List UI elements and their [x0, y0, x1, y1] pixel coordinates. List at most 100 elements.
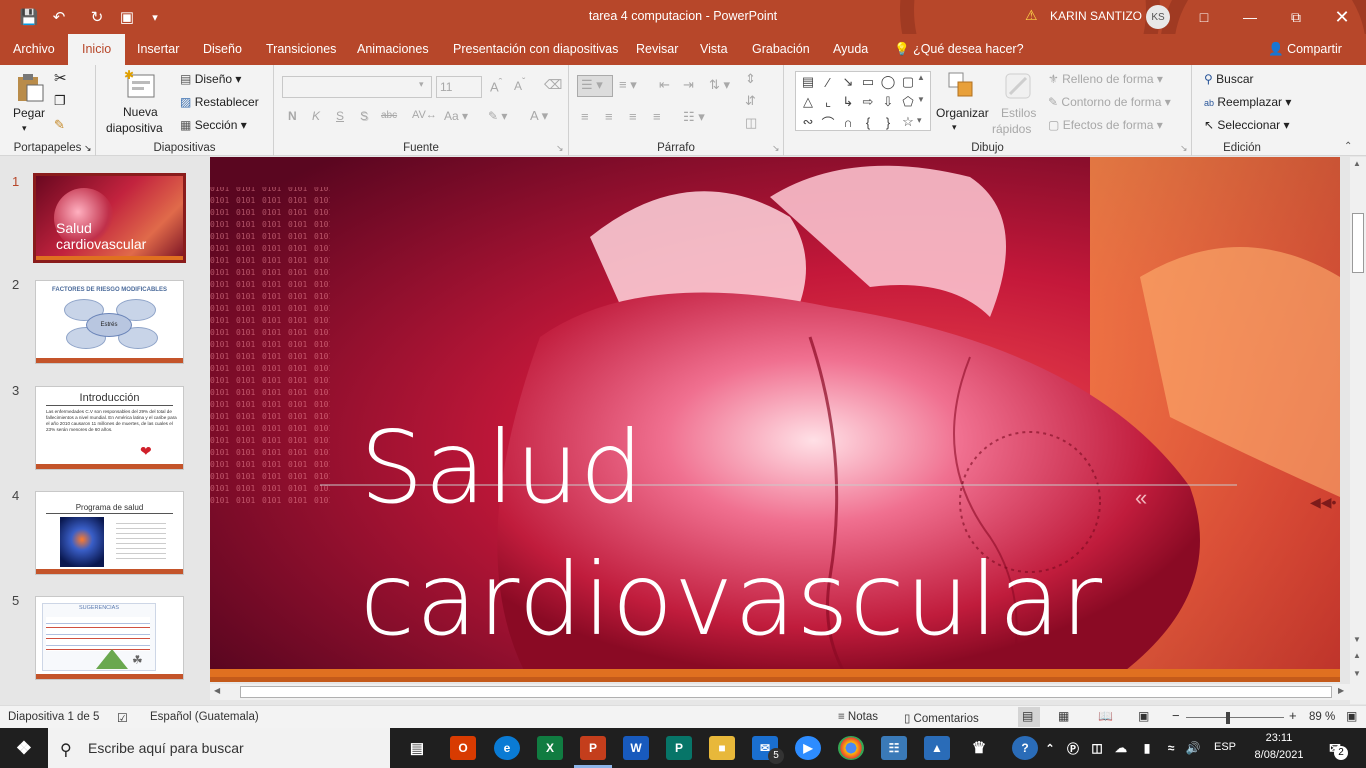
- scroll-right-icon[interactable]: ▶: [1338, 686, 1344, 695]
- tab-archivo[interactable]: Archivo: [11, 34, 57, 65]
- paste-dropdown-icon[interactable]: ▾: [22, 123, 27, 134]
- language-status[interactable]: Español (Guatemala): [150, 711, 259, 723]
- quick-styles-line1[interactable]: Estilos: [1001, 106, 1036, 120]
- fit-slide-icon[interactable]: ▣: [1346, 709, 1357, 723]
- zoom-in-icon[interactable]: +: [1289, 708, 1297, 723]
- collapse-ribbon-icon[interactable]: ⌃: [1344, 141, 1352, 152]
- down-arrow-shape-icon[interactable]: ⇩: [878, 92, 898, 112]
- shape-fill-button[interactable]: ⚜ Relleno de forma ▾: [1048, 72, 1163, 86]
- underline-button[interactable]: S: [336, 109, 344, 123]
- new-slide-icon[interactable]: ✱: [124, 68, 156, 101]
- decrease-indent-icon[interactable]: ⇤: [659, 77, 670, 93]
- find-button[interactable]: ⚲ Buscar: [1204, 72, 1254, 86]
- slide-title[interactable]: Salud cardiovascular: [360, 402, 1103, 666]
- tab-diseno[interactable]: Diseño: [201, 34, 244, 65]
- columns-icon[interactable]: ☷ ▾: [683, 109, 705, 125]
- align-center-icon[interactable]: ≡: [605, 109, 613, 124]
- paragraph-dialog-icon[interactable]: ↘: [772, 143, 780, 154]
- main-slide[interactable]: 0101 « ◀◀• Saludcardiovascular: [210, 157, 1340, 682]
- shapes-gallery[interactable]: ▤ ∕ ↘ ▭ ◯ ▢ △ ⌞ ↳ ⇨ ⇩ ⬠ ∾ ⌒ ∩ { } ☆: [795, 71, 931, 131]
- tab-revisar[interactable]: Revisar: [634, 34, 680, 65]
- connector-shape-icon[interactable]: ⌞: [818, 92, 838, 112]
- curve-shape-icon[interactable]: ⌒: [818, 112, 838, 132]
- grow-font-icon[interactable]: Aˆ: [490, 77, 502, 94]
- gallery-scroll-up-icon[interactable]: ▲: [917, 73, 925, 82]
- tab-animaciones[interactable]: Animaciones: [355, 34, 431, 65]
- replace-button[interactable]: ab Reemplazar ▾: [1204, 95, 1291, 109]
- change-case-button[interactable]: Aa ▾: [444, 109, 468, 123]
- publisher-icon[interactable]: P: [666, 736, 692, 760]
- freeform-shape-icon[interactable]: ⬠: [898, 92, 918, 112]
- section-button[interactable]: ▦ Sección ▾: [180, 118, 247, 132]
- new-slide-line1[interactable]: Nueva: [123, 105, 158, 119]
- share-button[interactable]: 👤 Compartir: [1268, 34, 1342, 65]
- previous-slide-icon[interactable]: ▲: [1353, 651, 1361, 660]
- undo-icon[interactable]: ↶: [48, 6, 70, 28]
- select-button[interactable]: ↖ Seleccionar ▾: [1204, 118, 1289, 132]
- smartart-icon[interactable]: ◫: [745, 115, 757, 131]
- notes-button[interactable]: ≡ Notas: [838, 711, 878, 723]
- tell-me-search[interactable]: 💡 ¿Qué desea hacer?: [894, 34, 1024, 65]
- redo-icon[interactable]: ↻: [86, 6, 108, 28]
- drawing-dialog-icon[interactable]: ↘: [1180, 143, 1188, 154]
- italic-button[interactable]: K: [312, 109, 320, 123]
- strike-button[interactable]: abc: [381, 110, 397, 121]
- chrome-icon[interactable]: [838, 736, 864, 760]
- file-explorer-icon[interactable]: ■: [709, 736, 735, 760]
- triangle-shape-icon[interactable]: △: [798, 92, 818, 112]
- app-icon[interactable]: ♛: [966, 736, 992, 760]
- zoom-out-icon[interactable]: −: [1172, 708, 1180, 723]
- zoom-app-icon[interactable]: ▶: [795, 736, 821, 760]
- present-icon[interactable]: ▣: [116, 6, 138, 28]
- horizontal-scrollbar[interactable]: ◀ ▶: [210, 684, 1350, 700]
- user-name[interactable]: KARIN SANTIZO: [1050, 9, 1142, 23]
- office-icon[interactable]: O: [450, 736, 476, 760]
- arrange-icon[interactable]: [946, 70, 978, 102]
- slide-thumbnail-3[interactable]: Introducción Las enfermedades C.V son re…: [35, 386, 184, 470]
- reading-view-icon[interactable]: 📖: [1098, 709, 1113, 723]
- restore-icon[interactable]: ⧉: [1273, 4, 1319, 30]
- tab-transiciones[interactable]: Transiciones: [264, 34, 338, 65]
- right-arrow-shape-icon[interactable]: ⇨: [858, 92, 878, 112]
- right-brace-shape-icon[interactable]: }: [878, 112, 898, 132]
- star-shape-icon[interactable]: ☆: [898, 112, 918, 132]
- tab-insertar[interactable]: Insertar: [135, 34, 181, 65]
- format-painter-icon[interactable]: ✎: [54, 117, 65, 133]
- windows-start-icon[interactable]: ❖: [11, 736, 37, 760]
- battery-icon[interactable]: ▮: [1138, 736, 1156, 760]
- scroll-up-icon[interactable]: ▲: [1353, 159, 1361, 168]
- shape-outline-button[interactable]: ✎ Contorno de forma ▾: [1048, 95, 1171, 109]
- slide-thumbnail-5[interactable]: SUGERENCIAS ☘: [35, 596, 184, 680]
- sorter-view-icon[interactable]: ▦: [1058, 709, 1069, 723]
- arrange-dropdown-icon[interactable]: ▾: [952, 122, 957, 133]
- gallery-scroll-down-icon[interactable]: ▼: [917, 95, 925, 104]
- cut-icon[interactable]: ✂: [54, 69, 67, 87]
- task-view-icon[interactable]: ▤: [404, 736, 430, 760]
- clock-date[interactable]: 8/08/2021: [1248, 749, 1310, 761]
- oval-shape-icon[interactable]: ◯: [878, 72, 898, 92]
- new-slide-line2[interactable]: diapositiva: [106, 121, 163, 135]
- powerpoint-icon[interactable]: P: [580, 736, 606, 760]
- numbering-icon[interactable]: ≡ ▾: [619, 77, 637, 93]
- font-name-combo[interactable]: [282, 76, 432, 98]
- rectangle-shape-icon[interactable]: ▭: [858, 72, 878, 92]
- customize-toolbar-icon[interactable]: ▾: [144, 6, 166, 28]
- rounded-rect-shape-icon[interactable]: ▢: [898, 72, 918, 92]
- layout-button[interactable]: ▤ Diseño ▾: [180, 72, 241, 86]
- tab-ayuda[interactable]: Ayuda: [831, 34, 870, 65]
- textbox-shape-icon[interactable]: ▤: [798, 72, 818, 92]
- excel-icon[interactable]: X: [537, 736, 563, 760]
- avatar[interactable]: KS: [1146, 5, 1170, 29]
- quick-styles-line2[interactable]: rápidos: [992, 122, 1031, 136]
- paste-button[interactable]: Pegar: [13, 106, 45, 120]
- scroll-left-icon[interactable]: ◀: [214, 686, 220, 695]
- text-direction-icon[interactable]: ⇕: [745, 71, 756, 87]
- volume-icon[interactable]: 🔊: [1184, 736, 1202, 760]
- clear-format-icon[interactable]: ⌫: [544, 77, 562, 93]
- tray-device-icon[interactable]: ◫: [1088, 736, 1106, 760]
- justify-icon[interactable]: ≡: [653, 109, 661, 124]
- help-icon[interactable]: ?: [1012, 736, 1038, 760]
- vertical-scrollbar[interactable]: ▲ ▼ ▲ ▼: [1350, 157, 1366, 704]
- photos-icon[interactable]: ▲: [924, 736, 950, 760]
- line-shape-icon[interactable]: ∕: [818, 72, 838, 92]
